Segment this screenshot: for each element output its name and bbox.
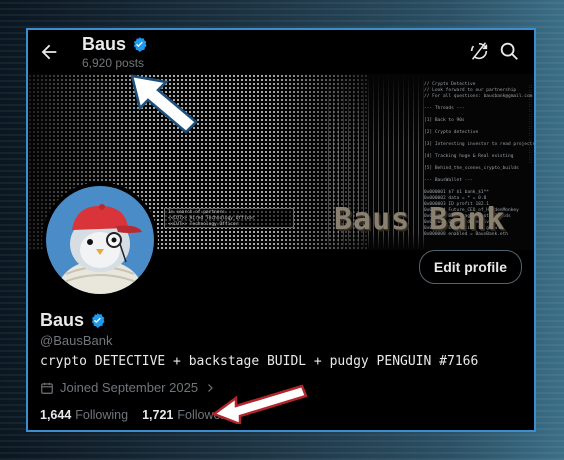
terminal-line: [3] Interesting investor to read project…	[424, 142, 534, 147]
verified-badge-icon[interactable]	[89, 312, 106, 329]
back-arrow-icon[interactable]	[38, 41, 60, 63]
profile-window: Baus 6,920 posts // Crypto Detective// L…	[26, 28, 536, 432]
joined-date[interactable]: Joined September 2025	[40, 380, 216, 395]
follow-stats: 1,644 Following 1,721 Followers	[40, 408, 231, 422]
annotation-arrow-followers	[211, 384, 308, 424]
edit-profile-button[interactable]: Edit profile	[418, 250, 522, 284]
following-link[interactable]: 1,644 Following	[40, 408, 128, 422]
profile-handle: @BausBank	[40, 333, 113, 348]
page-title: Baus	[82, 34, 148, 55]
profile-name-text: Baus	[40, 310, 85, 330]
avatar[interactable]	[42, 182, 158, 298]
profile-name: Baus	[40, 310, 106, 331]
following-count: 1,644	[40, 408, 72, 422]
mini-box-line: <<CUT>> Technology Officer	[168, 222, 239, 227]
banner-mini-box: In search of partners <<CUT>> Hired Techn…	[164, 208, 294, 228]
search-icon[interactable]	[498, 40, 520, 62]
banner-brand-text: Baus Bank	[334, 202, 506, 237]
top-bar: Baus 6,920 posts	[28, 30, 534, 74]
annotation-arrow-posts	[130, 74, 198, 134]
following-label: Following	[75, 408, 129, 422]
terminal-line: [5] Behind_the_scenes_crypto_builds	[424, 166, 519, 171]
joined-date-text: Joined September 2025	[60, 380, 199, 395]
penguin-avatar-image	[46, 186, 154, 294]
terminal-line: // For all questions: bausbank@gmail.com	[424, 94, 533, 99]
banner-vertical-text: :::::::::::::::::::::::::::::::::	[528, 84, 533, 164]
followers-count: 1,721	[142, 408, 174, 422]
page-title-text: Baus	[82, 34, 127, 54]
calendar-icon	[41, 382, 53, 394]
terminal-line: [4] Tracking huge & Real existing	[424, 154, 514, 159]
verified-badge-icon	[133, 37, 147, 52]
posts-count: 6,920 posts	[82, 56, 145, 70]
profile-bio: crypto DETECTIVE + backstage BUIDL + pud…	[40, 354, 479, 369]
refresh-icon[interactable]	[468, 40, 490, 62]
